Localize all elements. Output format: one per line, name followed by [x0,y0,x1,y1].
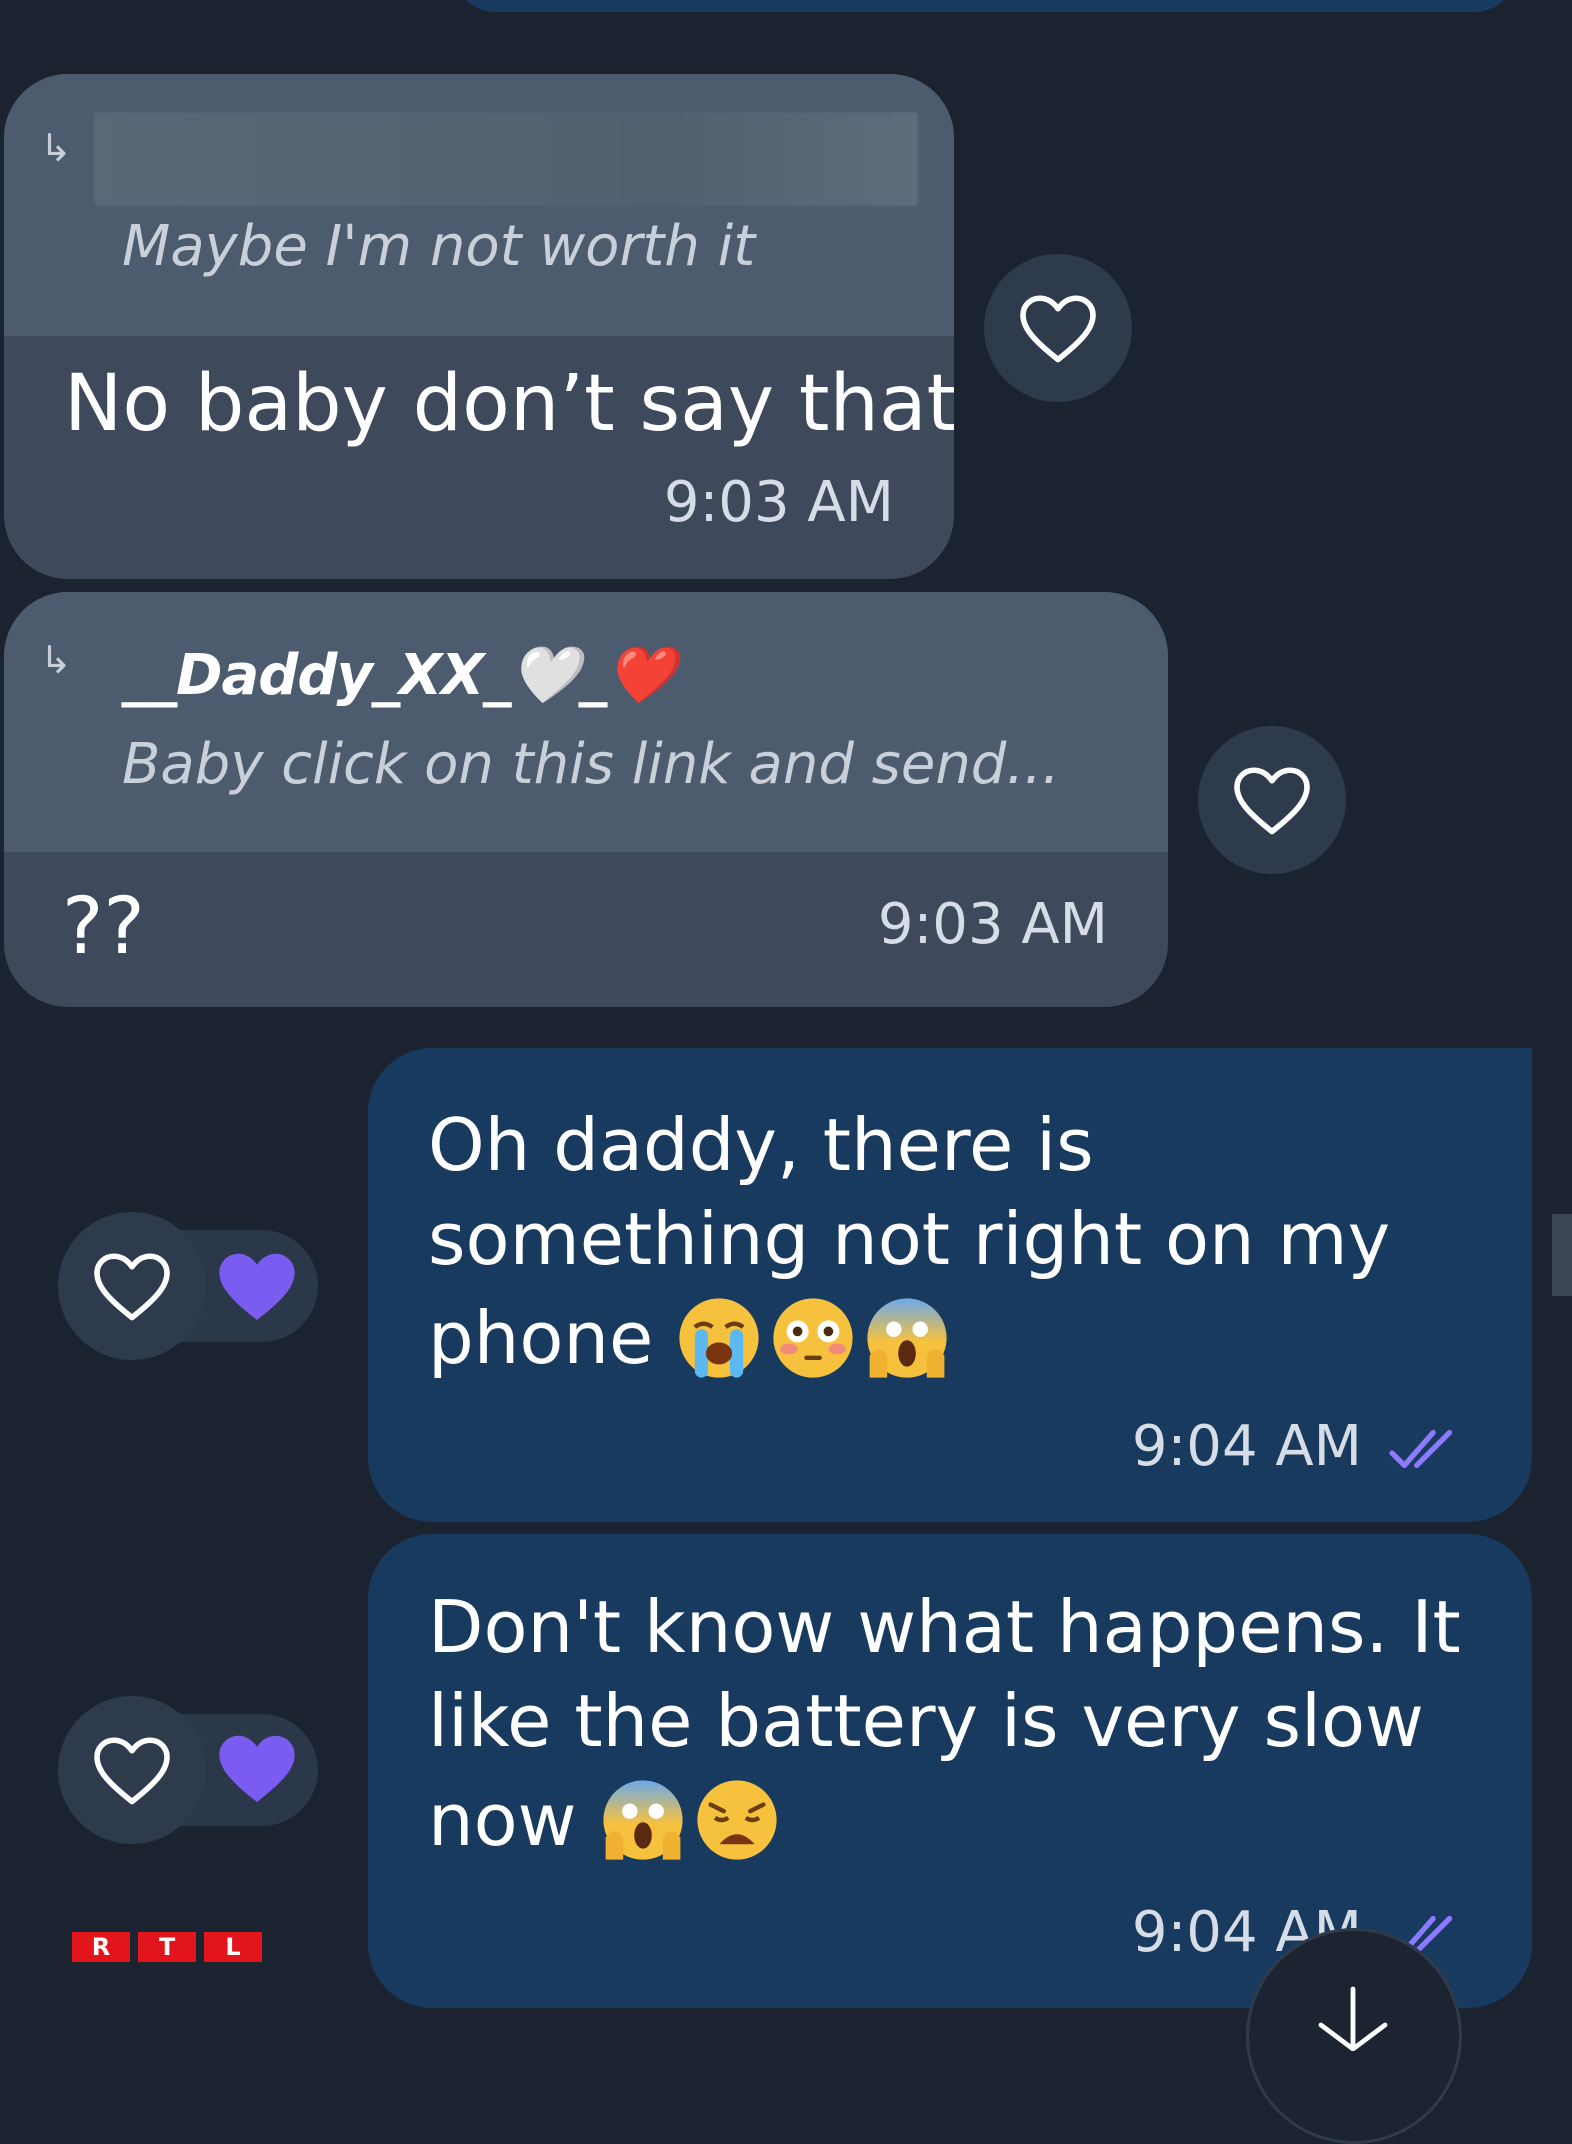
reply-preview[interactable]: ↳ __Daddy_XX_🤍_❤️ Baby click on this lin… [4,592,1168,852]
heart-outline-icon [1020,295,1096,363]
reply-preview-text: Baby click on this link and send... [122,732,1060,797]
message-time: 9:03 AM [663,470,894,535]
reply-arrow-icon: ↳ [40,126,72,170]
flushed-face-emoji [773,1298,853,1378]
message-time: 9:04 AM [1131,1414,1362,1479]
heart-outline-icon [94,1253,170,1321]
message-time: 9:03 AM [877,892,1108,957]
logo-letter: L [204,1932,262,1962]
reply-author-name: __Daddy_XX_🤍_❤️ [122,643,676,708]
double-check-icon [1389,1429,1453,1469]
heart-outline-icon [94,1737,170,1805]
scroll-to-bottom-button[interactable] [1246,1928,1462,2144]
message-text: Don't know what happens. It like the bat… [428,1585,1461,1862]
previous-message-bubble-edge [455,0,1515,12]
message-text: No baby don’t say that [64,359,954,449]
face-screaming-in-fear-emoji [602,1780,683,1860]
redacted-reply-author [94,112,918,206]
loudly-crying-face-emoji [679,1298,759,1378]
logo-letter: T [138,1932,196,1962]
incoming-message-bubble[interactable]: ↳ Maybe I'm not worth it No baby don’t s… [4,74,954,579]
arrow-down-icon [1318,1986,1388,2051]
reply-preview-text: Maybe I'm not worth it [122,214,756,279]
purple-heart-icon [219,1253,295,1321]
reaction-button[interactable] [58,1696,206,1844]
incoming-message-bubble[interactable]: ↳ __Daddy_XX_🤍_❤️ Baby click on this lin… [4,592,1168,1007]
purple-heart-icon [219,1735,295,1803]
reaction-button[interactable] [58,1212,206,1360]
reply-arrow-icon: ↳ [40,638,72,682]
message-text: Oh daddy, there is something not right o… [428,1103,1391,1380]
face-screaming-in-fear-emoji [867,1298,947,1378]
message-text: ?? [62,882,145,972]
reaction-button[interactable] [984,254,1132,402]
rtl-watermark-logo: R T L [72,1932,262,1962]
heart-outline-icon [1234,767,1310,835]
scrollbar-handle[interactable] [1552,1214,1572,1296]
logo-letter: R [72,1932,130,1962]
outgoing-message-bubble[interactable]: Oh daddy, there is something not right o… [368,1048,1532,1522]
reply-preview[interactable]: ↳ Maybe I'm not worth it [4,74,954,336]
weary-face-emoji [696,1780,777,1860]
reaction-button[interactable] [1198,726,1346,874]
